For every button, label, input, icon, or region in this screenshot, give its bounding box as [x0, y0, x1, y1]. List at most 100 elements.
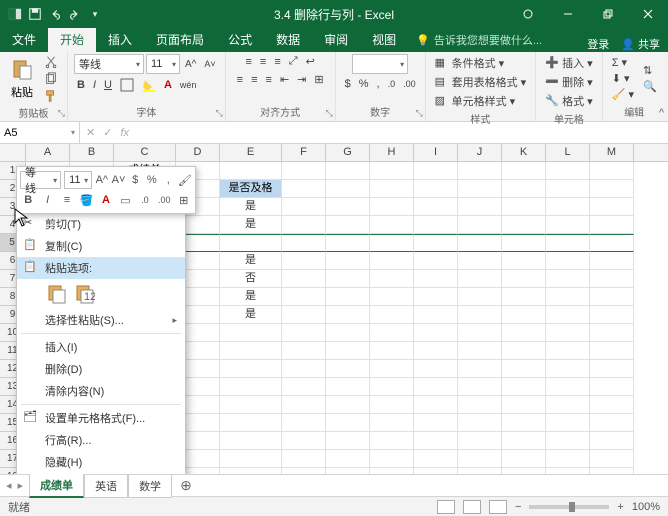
cell[interactable]	[502, 450, 546, 468]
cell[interactable]	[220, 162, 282, 180]
sort-filter-button[interactable]: ⇅	[640, 63, 660, 78]
align-right-icon[interactable]: ≡	[263, 73, 275, 87]
mini-merge-icon[interactable]: ⊞	[176, 191, 192, 209]
cell[interactable]	[414, 306, 458, 324]
cell[interactable]	[370, 180, 414, 198]
sheet-tab-3[interactable]: 数学	[128, 475, 172, 498]
cancel-formula-icon[interactable]: ✕	[86, 126, 95, 139]
cell[interactable]	[326, 306, 370, 324]
cell[interactable]	[502, 162, 546, 180]
sheet-tab-1[interactable]: 成绩单	[29, 474, 84, 498]
cell[interactable]	[326, 216, 370, 234]
cut-button[interactable]	[41, 54, 61, 70]
tab-insert[interactable]: 插入	[96, 27, 144, 52]
cell[interactable]	[590, 414, 634, 432]
cell[interactable]	[590, 432, 634, 450]
mini-font-name[interactable]: 等线	[20, 171, 61, 189]
cell[interactable]	[370, 342, 414, 360]
col-header-E[interactable]: E	[220, 144, 282, 161]
cell[interactable]	[414, 162, 458, 180]
cell[interactable]	[590, 306, 634, 324]
cell[interactable]	[546, 306, 590, 324]
cell[interactable]	[502, 198, 546, 216]
cell[interactable]	[590, 342, 634, 360]
cell[interactable]	[326, 198, 370, 216]
tab-review[interactable]: 审阅	[312, 27, 360, 52]
cell[interactable]	[458, 360, 502, 378]
cell[interactable]	[414, 432, 458, 450]
cell[interactable]: 是	[220, 252, 282, 270]
cell[interactable]	[326, 342, 370, 360]
cell[interactable]	[502, 216, 546, 234]
col-header-G[interactable]: G	[326, 144, 370, 161]
cell[interactable]	[590, 198, 634, 216]
fx-icon[interactable]: fx	[120, 127, 129, 139]
tab-home[interactable]: 开始	[48, 27, 96, 52]
cell[interactable]	[370, 288, 414, 306]
cell[interactable]	[282, 360, 326, 378]
cell[interactable]	[546, 288, 590, 306]
autosum-button[interactable]: Σ ▾	[609, 55, 637, 70]
cell[interactable]	[458, 270, 502, 288]
ctx-delete[interactable]: 删除(D)	[17, 358, 185, 380]
cell[interactable]	[502, 414, 546, 432]
cell[interactable]	[370, 324, 414, 342]
font-size-select[interactable]: 11	[146, 54, 180, 74]
cell[interactable]	[458, 414, 502, 432]
cell[interactable]	[282, 342, 326, 360]
cell[interactable]	[326, 450, 370, 468]
phonetic-button[interactable]: wén	[177, 79, 200, 91]
cell[interactable]	[590, 468, 634, 474]
tab-layout[interactable]: 页面布局	[144, 27, 216, 52]
undo-icon[interactable]	[46, 3, 64, 25]
mini-align-icon[interactable]: ≡	[59, 191, 75, 209]
cell[interactable]	[546, 432, 590, 450]
tab-last-icon[interactable]: ▸	[18, 479, 24, 492]
percent-icon[interactable]: %	[356, 77, 372, 91]
mini-grow-font-icon[interactable]: A^	[95, 171, 109, 189]
cell[interactable]	[458, 306, 502, 324]
cell[interactable]	[458, 342, 502, 360]
cell[interactable]	[282, 216, 326, 234]
cell[interactable]	[326, 378, 370, 396]
collapse-ribbon-icon[interactable]: ^	[659, 107, 664, 119]
cell[interactable]	[370, 216, 414, 234]
shrink-font-icon[interactable]: A˅	[201, 58, 218, 70]
format-painter-button[interactable]	[41, 88, 61, 104]
cell[interactable]	[458, 468, 502, 474]
fill-button[interactable]: ⬇ ▾	[609, 71, 637, 86]
decrease-indent-icon[interactable]: ⇤	[277, 72, 292, 87]
align-middle-icon[interactable]: ≡	[257, 55, 269, 69]
fill-color-button[interactable]	[139, 77, 159, 93]
cell[interactable]	[546, 162, 590, 180]
cell[interactable]	[458, 324, 502, 342]
cell[interactable]	[282, 162, 326, 180]
copy-button[interactable]	[41, 71, 61, 87]
orientation-icon[interactable]: ⤢	[286, 54, 301, 69]
cell[interactable]	[220, 234, 282, 252]
cell[interactable]	[220, 396, 282, 414]
cell[interactable]	[546, 396, 590, 414]
increase-decimal-icon[interactable]: .0	[385, 78, 399, 90]
align-launcher-icon[interactable]: ⤡	[325, 108, 332, 119]
cell[interactable]	[370, 432, 414, 450]
cell[interactable]	[414, 342, 458, 360]
cell[interactable]	[546, 234, 590, 252]
mini-fill-color-icon[interactable]: 🪣	[78, 191, 94, 209]
col-header-B[interactable]: B	[70, 144, 114, 161]
cell[interactable]	[458, 162, 502, 180]
cell[interactable]	[282, 270, 326, 288]
ctx-format-cells[interactable]: 🗂设置单元格格式(F)...	[17, 407, 185, 429]
cell[interactable]	[282, 234, 326, 252]
cell[interactable]	[546, 180, 590, 198]
bold-button[interactable]: B	[74, 78, 88, 92]
zoom-in-button[interactable]: +	[617, 501, 623, 513]
col-header-J[interactable]: J	[458, 144, 502, 161]
cell[interactable]	[502, 378, 546, 396]
cell[interactable]	[546, 270, 590, 288]
cell[interactable]	[282, 324, 326, 342]
cell[interactable]	[282, 306, 326, 324]
cell[interactable]	[546, 468, 590, 474]
cell[interactable]	[326, 360, 370, 378]
cell[interactable]	[546, 342, 590, 360]
